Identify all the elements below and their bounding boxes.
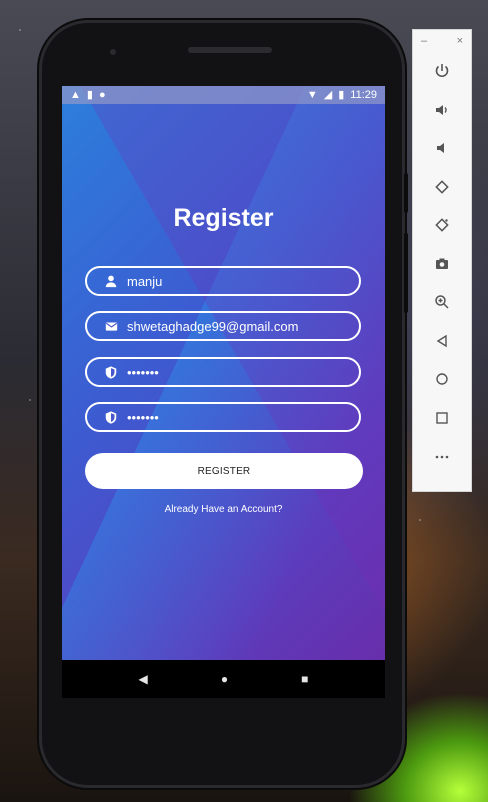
circle-icon: ● bbox=[98, 88, 106, 101]
camera-icon[interactable] bbox=[413, 245, 471, 284]
nav-home-button[interactable]: ● bbox=[221, 672, 228, 686]
signal-icon: ◢ bbox=[323, 88, 333, 101]
zoom-icon[interactable] bbox=[413, 283, 471, 322]
minimize-button[interactable]: – bbox=[421, 35, 427, 47]
phone-power-key[interactable] bbox=[404, 173, 408, 213]
rotate-right-icon[interactable] bbox=[413, 206, 471, 245]
nav-back-button[interactable]: ◀ bbox=[139, 672, 148, 686]
overview-icon[interactable] bbox=[413, 399, 471, 438]
sd-card-icon: ▮ bbox=[86, 88, 93, 101]
email-icon bbox=[103, 318, 119, 334]
login-link[interactable]: Already Have an Account? bbox=[62, 504, 385, 515]
shield-icon bbox=[103, 409, 119, 425]
more-icon[interactable] bbox=[413, 437, 471, 476]
person-icon bbox=[103, 273, 119, 289]
volume-up-icon[interactable] bbox=[413, 91, 471, 130]
password-field[interactable]: ••••••• bbox=[85, 357, 361, 387]
name-field[interactable]: manju bbox=[85, 266, 361, 296]
battery-icon: ▮ bbox=[338, 88, 345, 101]
email-field[interactable]: shwetaghadge99@gmail.com bbox=[85, 311, 361, 341]
name-value: manju bbox=[127, 273, 163, 289]
phone-frame: ▲ ▮ ● ▼ ◢ ▮ 11:29 Register manju shwetag… bbox=[42, 23, 408, 785]
register-form: Register manju shwetaghadge99@gmail.com … bbox=[62, 86, 385, 698]
nav-recents-button[interactable]: ■ bbox=[301, 672, 308, 686]
password-value: ••••••• bbox=[127, 364, 159, 380]
confirm-password-field[interactable]: ••••••• bbox=[85, 402, 361, 432]
phone-screen: ▲ ▮ ● ▼ ◢ ▮ 11:29 Register manju shwetag… bbox=[62, 86, 385, 698]
home-icon[interactable] bbox=[413, 360, 471, 399]
warning-icon: ▲ bbox=[70, 88, 81, 101]
wifi-icon: ▼ bbox=[306, 88, 318, 101]
status-time: 11:29 bbox=[350, 89, 377, 101]
shield-icon bbox=[103, 364, 119, 380]
email-value: shwetaghadge99@gmail.com bbox=[127, 318, 299, 334]
emulator-toolbar: – × bbox=[412, 29, 472, 492]
nav-bar: ◀ ● ■ bbox=[62, 660, 385, 698]
register-button[interactable]: REGISTER bbox=[85, 453, 363, 489]
phone-speaker bbox=[188, 47, 272, 53]
phone-volume-key[interactable] bbox=[404, 233, 408, 313]
close-button[interactable]: × bbox=[457, 35, 463, 47]
power-icon[interactable] bbox=[413, 52, 471, 91]
volume-down-icon[interactable] bbox=[413, 129, 471, 168]
rotate-left-icon[interactable] bbox=[413, 168, 471, 207]
back-icon[interactable] bbox=[413, 322, 471, 361]
page-title: Register bbox=[173, 204, 274, 232]
phone-camera bbox=[110, 49, 116, 55]
status-bar: ▲ ▮ ● ▼ ◢ ▮ 11:29 bbox=[62, 86, 385, 104]
confirm-password-value: ••••••• bbox=[127, 409, 159, 425]
